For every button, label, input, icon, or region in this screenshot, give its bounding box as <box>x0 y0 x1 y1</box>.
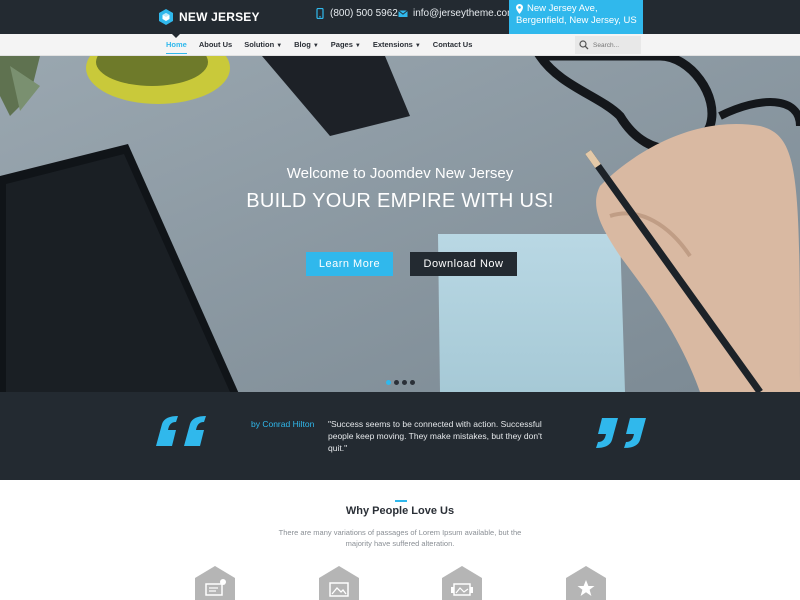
slider-dot[interactable] <box>386 380 391 385</box>
logo-hexagon-icon <box>159 9 173 25</box>
testimonial-quote: "Success seems to be connected with acti… <box>328 419 543 453</box>
close-quote-icon <box>596 418 646 448</box>
chevron-down-icon: ▼ <box>354 43 361 49</box>
hero-title: BUILD YOUR EMPIRE WITH US! <box>246 190 554 212</box>
map-pin-icon <box>516 4 523 14</box>
phone-contact[interactable]: (800) 500 5962 <box>315 6 398 20</box>
brand-name: NEW JERSEY <box>179 10 260 24</box>
download-now-button[interactable]: Download Now <box>410 252 517 276</box>
email-address: info@jerseytheme.com <box>413 7 516 19</box>
why-section-description: There are many variations of passages of… <box>278 528 522 548</box>
phone-icon <box>316 7 324 19</box>
nav-home[interactable]: Home <box>160 34 193 56</box>
image-icon <box>319 566 359 600</box>
open-quote-icon <box>156 416 206 446</box>
search-input[interactable] <box>593 41 637 49</box>
chevron-down-icon: ▼ <box>312 43 319 49</box>
nav-pages[interactable]: Pages ▼ <box>325 34 367 56</box>
hero-slider: Welcome to Joomdev New Jersey BUILD YOUR… <box>0 56 800 392</box>
gallery-icon <box>442 566 482 600</box>
email-contact[interactable]: info@jerseytheme.com <box>398 6 515 20</box>
nav-pages-label: Pages <box>330 40 353 49</box>
search-box[interactable] <box>575 36 641 54</box>
nav-extensions[interactable]: Extensions ▼ <box>367 34 427 56</box>
address-box: New Jersey Ave, Bergenfield, New Jersey,… <box>509 0 643 34</box>
why-section-title: Why People Love Us <box>345 505 455 517</box>
nav-blog-label: Blog <box>294 40 311 49</box>
address-line-2: Bergenfield, New Jersey, US <box>516 15 637 26</box>
nav-about-us[interactable]: About Us <box>193 34 238 56</box>
hero-background-image <box>0 56 800 392</box>
nav-solution[interactable]: Solution ▼ <box>238 34 288 56</box>
nav-home-label: Home <box>166 40 187 49</box>
nav-about-us-label: About Us <box>198 40 233 49</box>
certificate-icon <box>195 566 235 600</box>
address-line-1: New Jersey Ave, <box>527 3 598 14</box>
slider-dot[interactable] <box>394 380 399 385</box>
chevron-down-icon: ▼ <box>414 43 421 49</box>
slider-dots <box>386 380 418 385</box>
nav-blog[interactable]: Blog ▼ <box>288 34 325 56</box>
main-nav: Home About Us Solution ▼ Blog ▼ Pages ▼ Ext… <box>0 34 800 56</box>
search-icon <box>579 40 589 50</box>
section-accent-bar <box>395 500 407 502</box>
top-bar: NEW JERSEY (800) 500 5962 info@jerseythe… <box>0 0 800 34</box>
chevron-down-icon: ▼ <box>276 43 283 49</box>
logo[interactable]: NEW JERSEY <box>158 6 260 28</box>
nav-solution-label: Solution <box>244 40 275 49</box>
nav-contact-us-label: Contact Us <box>432 40 473 49</box>
slider-dot[interactable] <box>410 380 415 385</box>
star-icon <box>566 566 606 600</box>
slider-dot[interactable] <box>402 380 407 385</box>
envelope-icon <box>398 9 408 17</box>
phone-number: (800) 500 5962 <box>330 7 398 19</box>
hero-subtitle: Welcome to Joomdev New Jersey <box>286 165 514 182</box>
nav-extensions-label: Extensions <box>372 40 413 49</box>
nav-contact-us[interactable]: Contact Us <box>427 34 479 56</box>
testimonial-author: by Conrad Hilton <box>251 419 315 429</box>
learn-more-button[interactable]: Learn More <box>306 252 393 276</box>
testimonial-section: by Conrad Hilton "Success seems to be co… <box>0 392 800 480</box>
